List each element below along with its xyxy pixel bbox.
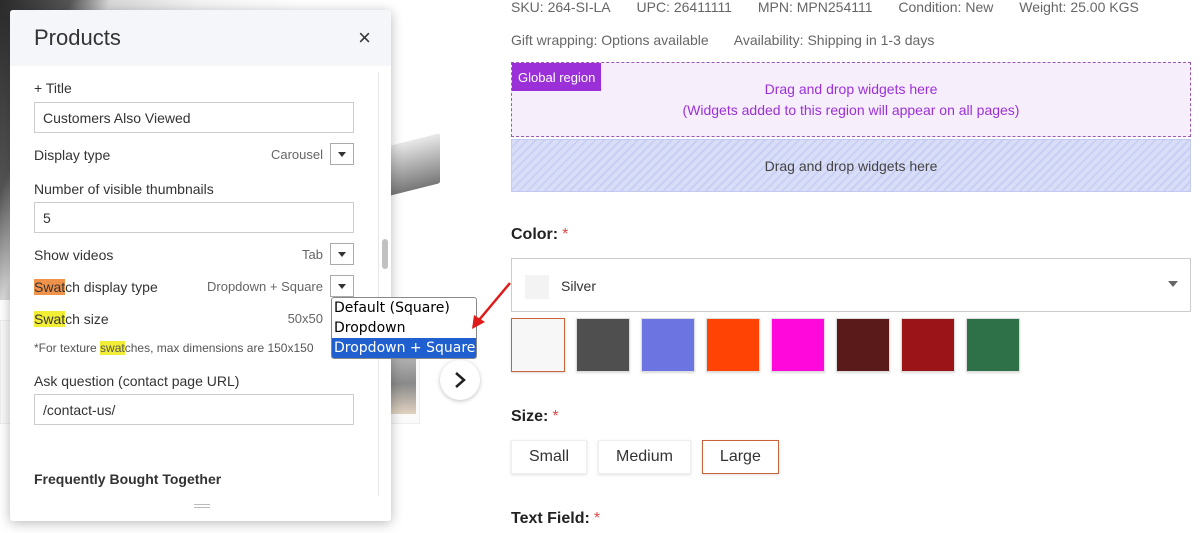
resize-grip-icon[interactable]	[194, 504, 210, 508]
color-swatch-list	[511, 318, 1031, 372]
products-settings-panel: Products × + Title Customers Also Viewed…	[10, 10, 391, 521]
weight-text: Weight: 25.00 KGS	[1019, 0, 1139, 15]
mpn-text: MPN: MPN254111	[757, 0, 873, 15]
condition-text: Condition: New	[898, 0, 994, 15]
ask-question-input[interactable]: /contact-us/	[34, 394, 354, 425]
texture-swatch-note: *For texture swatches, max dimensions ar…	[34, 341, 314, 355]
size-option-button[interactable]: Large	[701, 440, 779, 474]
color-label: Color: *	[511, 226, 568, 244]
panel-scrollbar[interactable]	[378, 72, 390, 496]
display-type-label: Display type	[34, 147, 111, 163]
color-swatch[interactable]	[706, 318, 760, 372]
visible-thumbnails-label: Number of visible thumbnails	[34, 181, 214, 197]
panel-title: Products	[34, 25, 121, 50]
availability-text: Availability: Shipping in 1-3 days	[733, 32, 935, 48]
required-mark: *	[593, 510, 601, 527]
required-mark: *	[552, 408, 559, 425]
show-videos-label: Show videos	[34, 247, 114, 263]
chevron-right-icon	[455, 372, 466, 388]
product-detail: SKU: 264-SI-LA UPC: 26411111 MPN: MPN254…	[511, 0, 1204, 533]
note-pre: *For texture	[34, 341, 101, 355]
gift-wrapping-text: Gift wrapping: Options available	[511, 32, 709, 48]
search-highlight: swat	[100, 341, 125, 355]
size-option-button[interactable]: Medium	[598, 440, 691, 474]
size-label-text: Size:	[511, 408, 549, 425]
size-label: Size: *	[511, 408, 559, 426]
dropdown-option[interactable]: Dropdown + Square	[332, 338, 476, 358]
chevron-down-icon	[338, 283, 346, 289]
title-input[interactable]: Customers Also Viewed	[34, 102, 354, 133]
swatch-size-label: Swatch size	[34, 311, 109, 327]
color-swatch[interactable]	[901, 318, 955, 372]
ask-question-label: Ask question (contact page URL)	[34, 373, 240, 389]
color-swatch[interactable]	[966, 318, 1020, 372]
carousel-next-button[interactable]	[440, 360, 480, 400]
page: SKU: 264-SI-LA UPC: 26411111 MPN: MPN254…	[0, 0, 1204, 533]
panel-header: Products ×	[10, 10, 391, 66]
display-type-value: Carousel	[270, 147, 323, 162]
color-swatch[interactable]	[641, 318, 695, 372]
frequently-bought-together-heading[interactable]: Frequently Bought Together	[34, 471, 221, 487]
product-meta-row-2: Gift wrapping: Options available Availab…	[511, 32, 956, 48]
swatch-display-type-label: Swatch display type	[34, 279, 158, 295]
text-field-label: Text Field: *	[511, 510, 600, 528]
color-select[interactable]: Silver	[511, 258, 1191, 312]
label-rest: ch display type	[65, 279, 158, 295]
color-select-value: Silver	[561, 278, 597, 294]
widget-drop-region[interactable]: Drag and drop widgets here	[511, 139, 1191, 192]
drop-region-hint: Drag and drop widgets here	[764, 157, 938, 174]
show-videos-dropdown[interactable]	[330, 243, 354, 265]
color-label-text: Color:	[511, 226, 559, 243]
show-videos-value: Tab	[302, 247, 323, 262]
color-swatch[interactable]	[771, 318, 825, 372]
display-type-dropdown[interactable]	[330, 143, 354, 165]
size-options: Small Medium Large	[511, 440, 790, 474]
global-region-subhint: (Widgets added to this region will appea…	[682, 102, 1020, 118]
dropdown-option[interactable]: Dropdown	[332, 318, 476, 338]
color-swatch[interactable]	[836, 318, 890, 372]
search-highlight: Swat	[34, 311, 66, 327]
title-field-label[interactable]: + Title	[34, 80, 72, 96]
product-meta-row-1: SKU: 264-SI-LA UPC: 26411111 MPN: MPN254…	[511, 0, 1161, 15]
swatch-display-type-value: Dropdown + Square	[207, 279, 323, 294]
color-swatch[interactable]	[511, 318, 565, 372]
search-highlight: Swat	[34, 279, 66, 295]
note-post: ches, max dimensions are 150x150	[124, 341, 314, 355]
selected-color-swatch	[525, 275, 549, 299]
chevron-down-icon	[338, 251, 346, 257]
required-mark: *	[562, 226, 569, 243]
scrollbar-thumb[interactable]	[382, 239, 388, 269]
swatch-display-type-options: Default (Square) Dropdown Dropdown + Squar…	[331, 297, 477, 359]
upc-text: UPC: 26411111	[636, 0, 732, 15]
label-rest: ch size	[65, 311, 109, 327]
swatch-size-value: 50x50	[287, 311, 323, 326]
visible-thumbnails-input[interactable]: 5	[34, 202, 354, 233]
sku-text: SKU: 264-SI-LA	[511, 0, 611, 15]
swatch-display-type-dropdown[interactable]	[330, 275, 354, 297]
chevron-down-icon	[338, 151, 346, 157]
text-field-label-text: Text Field:	[511, 510, 590, 527]
dropdown-option[interactable]: Default (Square)	[332, 298, 476, 318]
global-widget-region[interactable]: Global region Drag and drop widgets here…	[511, 62, 1191, 137]
chevron-down-icon	[1168, 281, 1178, 287]
global-region-hint: Drag and drop widgets here	[764, 81, 938, 97]
size-option-button[interactable]: Small	[511, 440, 588, 474]
color-swatch[interactable]	[576, 318, 630, 372]
close-icon[interactable]: ×	[358, 25, 371, 51]
